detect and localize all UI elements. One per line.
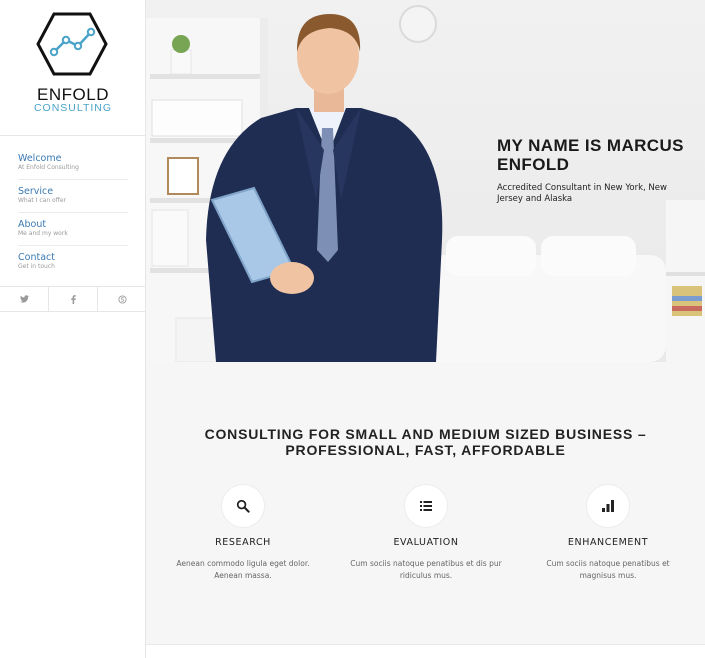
nav-item-label: Welcome (18, 153, 62, 164)
sidebar-divider (0, 135, 146, 136)
hero-title: MY NAME IS MARCUS ENFOLD (497, 136, 684, 174)
brand-title: ENFOLD (37, 85, 109, 104)
feature-description: Cum sociis natoque penatibus et magnisus… (546, 559, 670, 580)
nav-item-label: Service (18, 186, 54, 197)
section-tagline: CONSULTING FOR SMALL AND MEDIUM SIZED BU… (204, 426, 647, 458)
twitter-icon (19, 295, 29, 303)
nav-item-sublabel: At Enfold Consulting (18, 164, 79, 171)
facebook-link[interactable] (49, 287, 98, 311)
twitter-link[interactable] (0, 287, 49, 311)
nav-item-welcome[interactable]: Welcome At Enfold Consulting (18, 147, 128, 180)
social-links (0, 286, 146, 312)
nav-item-sublabel: Get in touch (18, 263, 55, 270)
brand-wordmark[interactable]: ENFOLD CONSULTING (0, 86, 146, 114)
feature-evaluation: EVALUATION Cum sociis natoque penatibus … (336, 484, 516, 582)
main-nav: Welcome At Enfold Consulting Service Wha… (18, 147, 128, 279)
sidebar: ENFOLD CONSULTING Welcome At Enfold Cons… (0, 0, 146, 658)
feature-description: Cum sociis natoque penatibus et dis pur … (350, 559, 502, 580)
skype-icon (117, 294, 127, 304)
hero-banner: MY NAME IS MARCUS ENFOLD Accredited Cons… (146, 0, 705, 362)
feature-title: EVALUATION (393, 537, 459, 548)
nav-item-service[interactable]: Service What I can offer (18, 180, 128, 213)
feature-enhancement: ENHANCEMENT Cum sociis natoque penatibus… (518, 484, 698, 582)
feature-research: RESEARCH Aenean commodo ligula eget dolo… (153, 484, 333, 582)
skype-link[interactable] (98, 287, 146, 311)
nav-item-about[interactable]: About Me and my work (18, 213, 128, 246)
facebook-icon (70, 294, 76, 304)
feature-description: Aenean commodo ligula eget dolor. Aenean… (176, 559, 310, 580)
feature-title: RESEARCH (215, 537, 271, 548)
services-section: CONSULTING FOR SMALL AND MEDIUM SIZED BU… (146, 362, 705, 644)
nav-item-label: About (18, 219, 47, 230)
search-icon (221, 484, 265, 528)
bar-chart-icon (586, 484, 630, 528)
hero-subtitle: Accredited Consultant in New York, New J… (497, 183, 667, 204)
nav-item-sublabel: What I can offer (18, 197, 66, 204)
nav-item-sublabel: Me and my work (18, 230, 68, 237)
list-icon (404, 484, 448, 528)
hexagon-line-chart-icon[interactable] (36, 12, 108, 76)
feature-title: ENHANCEMENT (567, 537, 649, 548)
brand-subtitle: CONSULTING (33, 102, 113, 114)
hero-photo (146, 5, 705, 362)
section-divider (146, 644, 705, 658)
nav-item-contact[interactable]: Contact Get in touch (18, 246, 128, 279)
nav-item-label: Contact (18, 252, 55, 263)
